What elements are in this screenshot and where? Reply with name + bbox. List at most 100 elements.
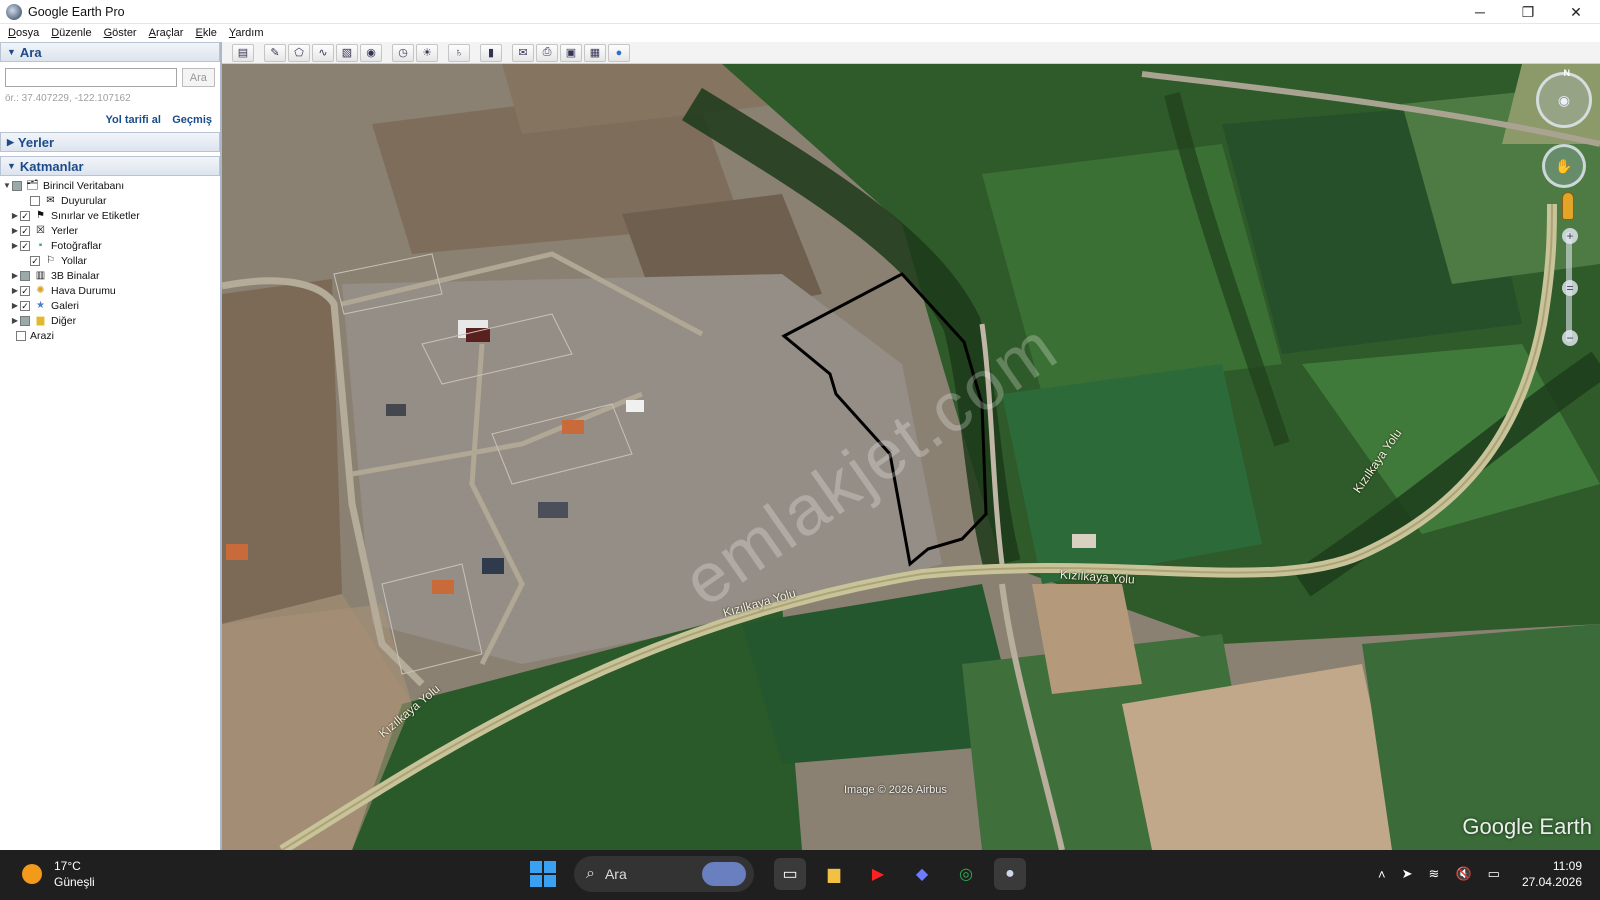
task-view-icon[interactable]: ▭ <box>774 858 806 890</box>
planets-icon[interactable]: ♄ <box>448 43 470 62</box>
windows-start-icon[interactable] <box>530 861 556 887</box>
search-icon: ⌕ <box>586 865 595 882</box>
move-control[interactable]: ✋ <box>1542 144 1586 188</box>
layer-row-other[interactable]: ▶ ▆ Diğer <box>2 313 220 328</box>
path-icon[interactable]: ∿ <box>312 43 334 62</box>
eye-icon: ◉ <box>1557 91 1571 108</box>
zoom-handle[interactable]: = <box>1562 280 1578 296</box>
sunlight-icon[interactable]: ☀ <box>416 43 438 62</box>
search-button[interactable]: Ara <box>181 68 215 87</box>
layer-checkbox[interactable]: ✓ <box>20 300 30 311</box>
layer-row-roads[interactable]: ✓ ⚐ Yollar <box>2 253 220 268</box>
layer-checkbox[interactable] <box>20 315 30 326</box>
menu-edit[interactable]: Düzenle <box>51 27 91 39</box>
search-panel-title: Ara <box>19 44 42 60</box>
location-icon[interactable]: ➤ <box>1402 866 1413 882</box>
layer-checkbox[interactable]: ✓ <box>20 240 30 251</box>
layer-row-borders-labels[interactable]: ▶ ✓ ⚑ Sınırlar ve Etiketler <box>2 208 220 223</box>
chrome-icon[interactable]: ◎ <box>950 858 982 890</box>
gallery-star-icon: ★ <box>36 300 45 311</box>
wifi-icon[interactable]: ≋ <box>1429 866 1440 882</box>
earth-icon[interactable]: ● <box>608 43 630 62</box>
layer-checkbox[interactable]: ✓ <box>20 285 30 296</box>
globe-layers-icon: 🗂 <box>26 180 39 191</box>
tree-expand-icon[interactable]: ▶ <box>10 316 20 325</box>
search-highlight-icon <box>702 862 746 886</box>
search-input[interactable] <box>5 68 177 87</box>
ruler-icon[interactable]: ▮ <box>480 43 502 62</box>
look-around-control[interactable]: ◉ <box>1536 72 1592 128</box>
copilot-icon[interactable]: ◆ <box>906 858 938 890</box>
print-icon[interactable]: ⎙ <box>536 43 558 62</box>
layer-row-announcements[interactable]: ✉ Duyurular <box>2 193 220 208</box>
layer-row-3d-buildings[interactable]: ▶ ▥ 3B Binalar <box>2 268 220 283</box>
tree-expand-icon[interactable]: ▶ <box>10 301 20 310</box>
weather-description: Güneşli <box>54 875 95 889</box>
google-earth-taskbar-icon[interactable]: ● <box>994 858 1026 890</box>
tree-expand-icon[interactable]: ▶ <box>10 211 20 220</box>
layer-row-photos[interactable]: ▶ ✓ ▪ Fotoğraflar <box>2 238 220 253</box>
record-tour-icon[interactable]: ◉ <box>360 43 382 62</box>
weather-widget[interactable]: 17°C Güneşli <box>22 858 95 890</box>
weather-icon: ✺ <box>36 285 45 296</box>
layer-row-weather[interactable]: ▶ ✓ ✺ Hava Durumu <box>2 283 220 298</box>
layer-checkbox[interactable]: ✓ <box>20 210 30 221</box>
layer-checkbox[interactable] <box>12 180 22 191</box>
tree-expand-icon[interactable]: ▶ <box>10 286 20 295</box>
directions-link[interactable]: Yol tarifi al <box>105 114 160 126</box>
polygon-icon[interactable]: ⬠ <box>288 43 310 62</box>
menu-help[interactable]: Yardım <box>229 27 264 39</box>
zoom-in-button[interactable]: + <box>1562 228 1578 244</box>
sidebar-toggle-icon[interactable]: ▤ <box>232 43 254 62</box>
save-image-icon[interactable]: ▣ <box>560 43 582 62</box>
volume-muted-icon[interactable]: 🔇 <box>1455 866 1471 882</box>
file-explorer-icon[interactable]: ▆ <box>818 858 850 890</box>
places-panel-header[interactable]: ▶ Yerler <box>0 132 220 152</box>
road-icon: ⚐ <box>46 255 55 266</box>
close-button[interactable]: ✕ <box>1552 0 1600 24</box>
menu-bar: Dosya Düzenle Göster Araçlar Ekle Yardım <box>0 24 1600 42</box>
search-panel-header[interactable]: ▼ Ara <box>0 42 220 62</box>
menu-add[interactable]: Ekle <box>195 27 216 39</box>
search-hint: ör.: 37.407229, -122.107162 <box>5 93 131 104</box>
restore-button[interactable]: ❐ <box>1504 0 1552 24</box>
layer-checkbox[interactable]: ✓ <box>20 225 30 236</box>
placemark-icon[interactable]: ✎ <box>264 43 286 62</box>
menu-tools[interactable]: Araçlar <box>149 27 184 39</box>
tree-expand-icon[interactable]: ▶ <box>10 241 20 250</box>
menu-file[interactable]: Dosya <box>8 27 39 39</box>
history-link[interactable]: Geçmiş <box>172 114 212 126</box>
zoom-out-button[interactable]: − <box>1562 330 1578 346</box>
email-icon[interactable]: ✉ <box>512 43 534 62</box>
battery-icon[interactable]: ▭ <box>1488 866 1500 882</box>
image-overlay-icon[interactable]: ▧ <box>336 43 358 62</box>
layer-checkbox[interactable]: ✓ <box>30 255 40 266</box>
layer-row-gallery[interactable]: ▶ ✓ ★ Galeri <box>2 298 220 313</box>
layer-label: Galeri <box>51 299 80 312</box>
youtube-icon[interactable]: ▶ <box>862 858 894 890</box>
places-icon: ☒ <box>36 225 45 236</box>
layer-label: Arazi <box>30 329 54 342</box>
view-in-maps-icon[interactable]: ▦ <box>584 43 606 62</box>
tree-expand-icon[interactable]: ▶ <box>10 271 20 280</box>
layer-row-terrain[interactable]: Arazi <box>2 328 220 343</box>
layer-checkbox[interactable] <box>16 330 26 341</box>
layer-row-places[interactable]: ▶ ✓ ☒ Yerler <box>2 223 220 238</box>
tree-expand-icon[interactable]: ▶ <box>10 226 20 235</box>
left-sidebar: ▼ Ara Ara ör.: 37.407229, -122.107162 Yo… <box>0 42 222 850</box>
sun-icon <box>22 864 42 884</box>
minimize-button[interactable]: ─ <box>1456 0 1504 24</box>
layer-checkbox[interactable] <box>30 195 40 206</box>
menu-view[interactable]: Göster <box>104 27 137 39</box>
clock[interactable]: 11:09 27.04.2026 <box>1522 858 1582 890</box>
tree-expand-icon[interactable]: ▼ <box>2 181 12 190</box>
layer-row-primary-database[interactable]: ▼ 🗂 Birincil Veritabanı <box>2 178 220 193</box>
chevron-up-icon[interactable]: ˄ <box>1378 867 1386 882</box>
map-view[interactable]: emlakjet.com Kızılkaya Yolu Kızılkaya Yo… <box>222 64 1600 850</box>
street-view-pegman-icon[interactable] <box>1562 192 1574 220</box>
historical-imagery-icon[interactable]: ◷ <box>392 43 414 62</box>
taskbar-search[interactable]: ⌕ Ara <box>574 856 754 892</box>
layers-panel-header[interactable]: ▼ Katmanlar <box>0 156 220 176</box>
layer-checkbox[interactable] <box>20 270 30 281</box>
envelope-icon: ✉ <box>46 195 55 206</box>
